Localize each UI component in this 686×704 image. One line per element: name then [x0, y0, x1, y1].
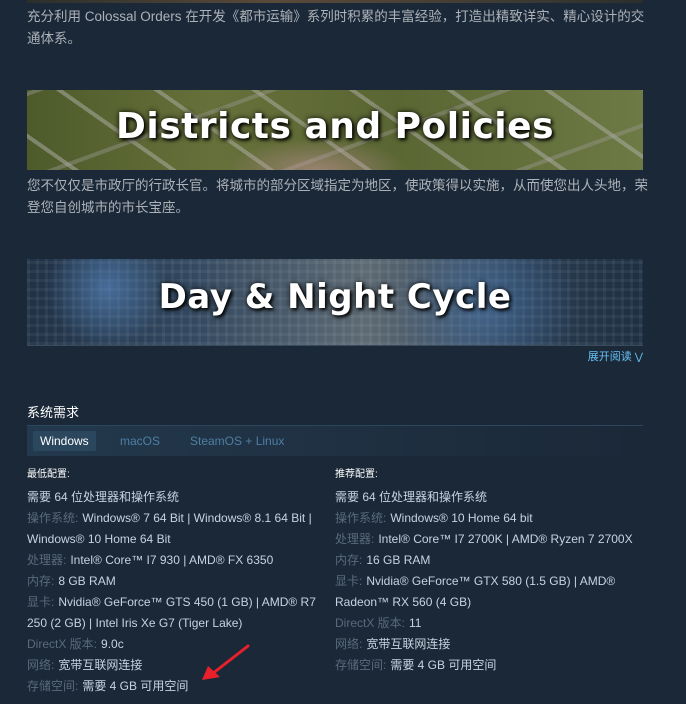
intro-paragraph: 充分利用 Colossal Orders 在开发《都市运输》系列时积累的丰富经验…	[27, 9, 645, 46]
req-os: 操作系统: Windows® 10 Home 64 bit	[335, 508, 635, 529]
req-directx-value: 9.0c	[101, 637, 124, 651]
req-cpu-label: 处理器:	[335, 532, 375, 546]
read-more-link[interactable]: 展开阅读 ⋁	[588, 348, 643, 364]
req-network-value: 宽带互联网连接	[366, 637, 451, 651]
req-cpu: 处理器: Intel® Core™ I7 2700K | AMD® Ryzen 7…	[335, 529, 635, 550]
minimum-requirements: 最低配置: 需要 64 位处理器和操作系统 操作系统: Windows® 7 64…	[27, 468, 327, 697]
minimum-header: 最低配置:	[27, 469, 70, 480]
req-cpu-label: 处理器:	[27, 553, 67, 567]
req-directx-value: 11	[409, 616, 422, 630]
req-ram-label: 内存:	[27, 574, 55, 588]
req-os-value: Windows® 10 Home 64 bit	[390, 511, 533, 525]
req-ram-value: 8 GB RAM	[58, 574, 116, 588]
req-directx: DirectX 版本: 11	[335, 613, 635, 634]
req-directx-label: DirectX 版本:	[335, 616, 406, 630]
districts-banner-title: Districts and Policies	[115, 106, 554, 147]
req-cpu-value: Intel® Core™ I7 930 | AMD® FX 6350	[70, 553, 274, 567]
req-network-label: 网络:	[335, 637, 363, 651]
previous-banner-edge	[27, 0, 643, 3]
req-storage: 存储空间: 需要 4 GB 可用空间	[335, 655, 635, 676]
req-ram: 内存: 8 GB RAM	[27, 571, 327, 592]
annotation-arrow-icon	[202, 644, 250, 680]
req-directx: DirectX 版本: 9.0c	[27, 634, 327, 655]
req-os: 操作系统: Windows® 7 64 Bit | Windows® 8.1 64…	[27, 508, 327, 550]
req-gpu: 显卡: Nvidia® GeForce™ GTS 450 (1 GB) | AMD…	[27, 592, 327, 634]
req-cpu-value: Intel® Core™ I7 2700K | AMD® Ryzen 7 270…	[378, 532, 633, 546]
req-storage-label: 存储空间:	[335, 658, 387, 672]
req-network: 网络: 宽带互联网连接	[335, 634, 635, 655]
req-gpu: 显卡: Nvidia® GeForce™ GTX 580 (1.5 GB) | A…	[335, 571, 635, 613]
req-64bit: 需要 64 位处理器和操作系统	[27, 487, 327, 508]
req-os-label: 操作系统:	[27, 511, 79, 525]
req-ram-value: 16 GB RAM	[366, 553, 431, 567]
system-requirements-title: 系统需求	[27, 405, 80, 420]
read-more-label: 展开阅读	[587, 351, 632, 363]
daynight-banner-image: Day & Night Cycle	[27, 259, 643, 345]
req-ram: 内存: 16 GB RAM	[335, 550, 635, 571]
req-os-label: 操作系统:	[335, 511, 387, 525]
tab-windows[interactable]: Windows	[33, 431, 96, 451]
req-storage-label: 存储空间:	[27, 679, 79, 693]
req-ram-label: 内存:	[335, 553, 363, 567]
req-network: 网络: 宽带互联网连接	[27, 655, 327, 676]
tab-macos[interactable]: macOS	[113, 431, 167, 451]
req-gpu-value: Nvidia® GeForce™ GTX 580 (1.5 GB) | AMD®…	[335, 574, 616, 609]
daynight-banner-title: Day & Night Cycle	[158, 277, 512, 317]
req-64bit-value: 需要 64 位处理器和操作系统	[335, 490, 488, 504]
req-directx-label: DirectX 版本:	[27, 637, 98, 651]
req-64bit: 需要 64 位处理器和操作系统	[335, 487, 635, 508]
req-network-value: 宽带互联网连接	[58, 658, 143, 672]
req-network-label: 网络:	[27, 658, 55, 672]
req-gpu-label: 显卡:	[335, 574, 363, 588]
tab-steamos-linux[interactable]: SteamOS + Linux	[183, 431, 291, 451]
districts-banner-image: Districts and Policies	[27, 90, 643, 170]
req-cpu: 处理器: Intel® Core™ I7 930 | AMD® FX 6350	[27, 550, 327, 571]
recommended-requirements: 推荐配置: 需要 64 位处理器和操作系统 操作系统: Windows® 10 H…	[335, 468, 635, 676]
districts-paragraph: 您不仅仅是市政厅的行政长官。将城市的部分区域指定为地区，使政策得以实施，从而使您…	[27, 178, 648, 215]
req-storage-value: 需要 4 GB 可用空间	[82, 679, 189, 693]
recommended-header: 推荐配置:	[335, 469, 378, 480]
req-gpu-value: Nvidia® GeForce™ GTS 450 (1 GB) | AMD® R…	[27, 595, 316, 630]
req-64bit-value: 需要 64 位处理器和操作系统	[27, 490, 180, 504]
os-tabs: Windows macOS SteamOS + Linux	[27, 425, 643, 456]
req-storage-value: 需要 4 GB 可用空间	[390, 658, 497, 672]
req-gpu-label: 显卡:	[27, 595, 55, 609]
divider	[27, 345, 643, 346]
chevron-down-icon: ⋁	[634, 352, 643, 363]
req-storage: 存储空间: 需要 4 GB 可用空间	[27, 676, 327, 697]
